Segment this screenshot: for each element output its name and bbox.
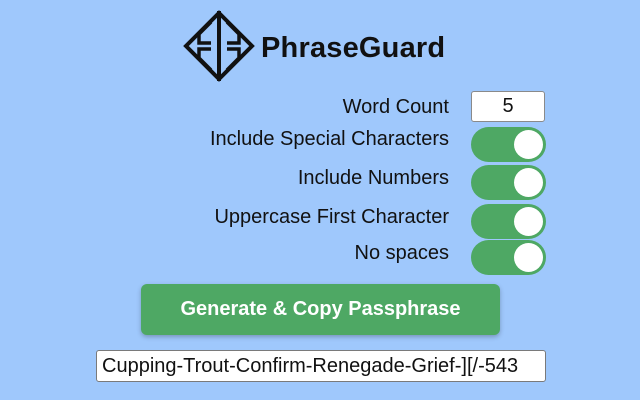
toggle-knob (514, 168, 543, 197)
phraseguard-popup: PhraseGuard Word Count 5 Include Special… (0, 0, 640, 400)
numbers-toggle[interactable] (471, 165, 546, 200)
toggle-knob (514, 130, 543, 159)
toggle-knob (514, 243, 543, 272)
special-characters-label: Include Special Characters (209, 128, 449, 150)
generate-copy-button[interactable]: Generate & Copy Passphrase (141, 284, 500, 335)
toggle-knob (514, 207, 543, 236)
shield-logo-icon (183, 10, 255, 82)
no-spaces-label: No spaces (354, 242, 450, 264)
numbers-label: Include Numbers (297, 167, 449, 189)
passphrase-output[interactable]: Cupping-Trout-Confirm-Renegade-Grief-][/… (96, 350, 546, 382)
word-count-input[interactable]: 5 (471, 91, 545, 122)
word-count-label: Word Count (342, 96, 449, 118)
uppercase-toggle[interactable] (471, 204, 546, 239)
uppercase-label: Uppercase First Character (214, 206, 449, 228)
special-characters-toggle[interactable] (471, 127, 546, 162)
no-spaces-toggle[interactable] (471, 240, 546, 275)
app-title: PhraseGuard (261, 32, 446, 64)
